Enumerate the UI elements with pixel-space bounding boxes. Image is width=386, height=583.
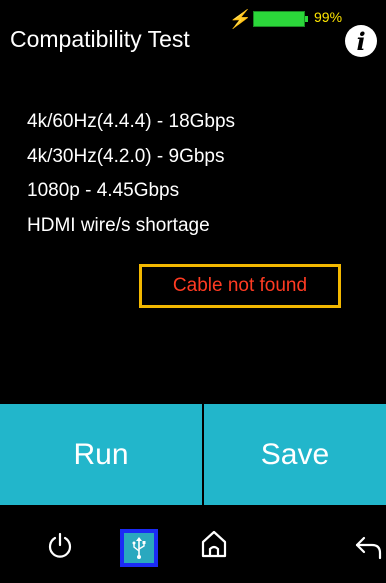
home-icon[interactable] [200,529,228,564]
results-list: 4k/60Hz(4.4.4) - 18Gbps 4k/30Hz(4.2.0) -… [27,105,235,243]
battery-icon [253,11,309,27]
result-line: HDMI wire/s shortage [27,214,210,236]
run-button[interactable]: Run [0,404,202,505]
back-icon[interactable] [354,534,384,565]
action-buttons: Run Save [0,404,386,505]
result-line: 4k/60Hz(4.4.4) - 18Gbps [27,111,236,132]
result-line: 4k/30Hz(4.2.0) - 9Gbps [27,145,225,167]
save-button[interactable]: Save [204,404,386,505]
bottom-nav [0,505,386,583]
power-icon[interactable] [47,532,73,565]
usb-icon[interactable] [120,529,158,567]
status-alert: Cable not found [139,264,341,308]
info-icon[interactable]: i [345,25,377,57]
battery-percent: 99% [314,9,343,25]
charging-bolt-icon: ⚡ [227,9,254,29]
page-title: Compatibility Test [10,26,190,52]
result-line: 1080p - 4.45Gbps [27,180,180,201]
battery-status: ⚡ [227,9,309,29]
